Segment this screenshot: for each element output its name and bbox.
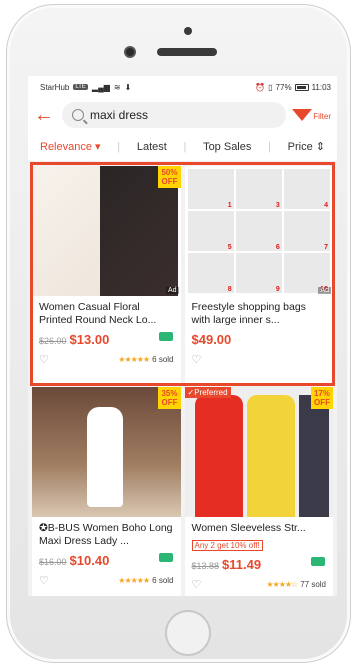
sensor-dot: [184, 27, 192, 35]
sale-price: $11.49: [222, 557, 262, 572]
vibrate-icon: ▯: [268, 82, 273, 92]
product-card[interactable]: 1 3 4 5 6 7 8 9 10 Ad Freestyle shopping…: [184, 166, 333, 383]
product-title: Freestyle shopping bags with large inner…: [191, 301, 306, 326]
product-image: 35% OFF: [32, 387, 181, 517]
original-price: $26.00: [39, 336, 67, 346]
product-image: 1 3 4 5 6 7 8 9 10 Ad: [184, 166, 333, 296]
heart-icon[interactable]: ♡: [192, 353, 202, 366]
product-image: ✓Preferred 17% OFF: [184, 387, 333, 517]
wifi-icon: ≋: [113, 82, 121, 92]
home-button[interactable]: [165, 610, 211, 656]
lte-badge: LTE: [73, 84, 88, 90]
back-arrow-icon[interactable]: ←: [34, 105, 62, 125]
sort-bar: Relevance ▾ | Latest | Top Sales | Price…: [28, 132, 337, 162]
free-shipping-icon: [311, 557, 325, 566]
discount-badge: 35% OFF: [158, 387, 181, 409]
search-icon: [72, 109, 84, 121]
discount-badge: 50% OFF: [158, 166, 181, 188]
original-price: $16.00: [39, 557, 67, 567]
tab-relevance[interactable]: Relevance ▾: [40, 140, 101, 153]
download-icon: ⬇: [124, 82, 132, 92]
product-image: 50% OFF Ad: [32, 166, 181, 296]
product-grid: 50% OFF Ad Women Casual Floral Printed R…: [28, 162, 337, 596]
sold-count: 6 sold: [152, 576, 174, 585]
earpiece: [157, 48, 217, 56]
tab-top-sales[interactable]: Top Sales: [203, 141, 251, 153]
ad-badge: Ad: [318, 287, 331, 294]
sale-price: $13.00: [69, 332, 110, 347]
alarm-icon: ⏰: [255, 82, 266, 92]
battery-percent: 77%: [275, 82, 292, 92]
rating-stars: ★★★★★: [118, 576, 150, 585]
original-price: $13.88: [191, 561, 220, 571]
front-camera: [124, 46, 136, 58]
promo-tag: Any 2 get 10% off!: [191, 540, 263, 551]
status-bar: StarHub LTE ▂▄▆ ≋ ⬇ ⏰ ▯ 77% 11:03: [28, 76, 337, 98]
app-screen: StarHub LTE ▂▄▆ ≋ ⬇ ⏰ ▯ 77% 11:03 ← maxi…: [28, 76, 337, 596]
ad-badge: Ad: [165, 287, 179, 294]
free-shipping-icon: [158, 332, 173, 341]
product-card[interactable]: 35% OFF ✪B-BUS Women Boho Long Maxi Dres…: [32, 387, 181, 596]
filter-label: Filter: [313, 112, 331, 121]
signal-icon: ▂▄▆: [91, 82, 110, 92]
product-title: Women Sleeveless Str...: [191, 522, 306, 534]
sale-price: $10.40: [69, 553, 110, 568]
search-input[interactable]: maxi dress: [62, 102, 287, 128]
preferred-badge: ✓Preferred: [184, 387, 231, 398]
tab-price[interactable]: Price ⇕: [288, 140, 325, 153]
sale-price: $49.00: [191, 332, 232, 347]
heart-icon[interactable]: ♡: [39, 353, 49, 366]
search-query: maxi dress: [90, 108, 149, 122]
product-card[interactable]: ✓Preferred 17% OFF Women Sleeveless Str.…: [184, 387, 333, 596]
tab-latest[interactable]: Latest: [137, 141, 167, 153]
filter-button[interactable]: Filter: [292, 109, 331, 121]
discount-badge: 17% OFF: [310, 387, 333, 409]
product-title: ✪B-BUS Women Boho Long Maxi Dress Lady .…: [39, 522, 173, 547]
product-card[interactable]: 50% OFF Ad Women Casual Floral Printed R…: [32, 166, 181, 383]
product-title: Women Casual Floral Printed Round Neck L…: [39, 301, 157, 326]
battery-icon: [294, 83, 309, 91]
carrier-label: StarHub: [40, 82, 70, 92]
heart-icon[interactable]: ♡: [39, 574, 49, 587]
search-header: ← maxi dress Filter: [28, 98, 337, 132]
funnel-icon: [292, 109, 313, 121]
free-shipping-icon: [158, 553, 173, 562]
rating-stars: ★★★★★: [118, 355, 150, 364]
rating-stars: ★★★★☆: [266, 580, 298, 589]
heart-icon[interactable]: ♡: [192, 578, 202, 591]
sold-count: 6 sold: [152, 355, 174, 364]
clock: 11:03: [311, 82, 331, 92]
sold-count: 77 sold: [300, 580, 326, 589]
